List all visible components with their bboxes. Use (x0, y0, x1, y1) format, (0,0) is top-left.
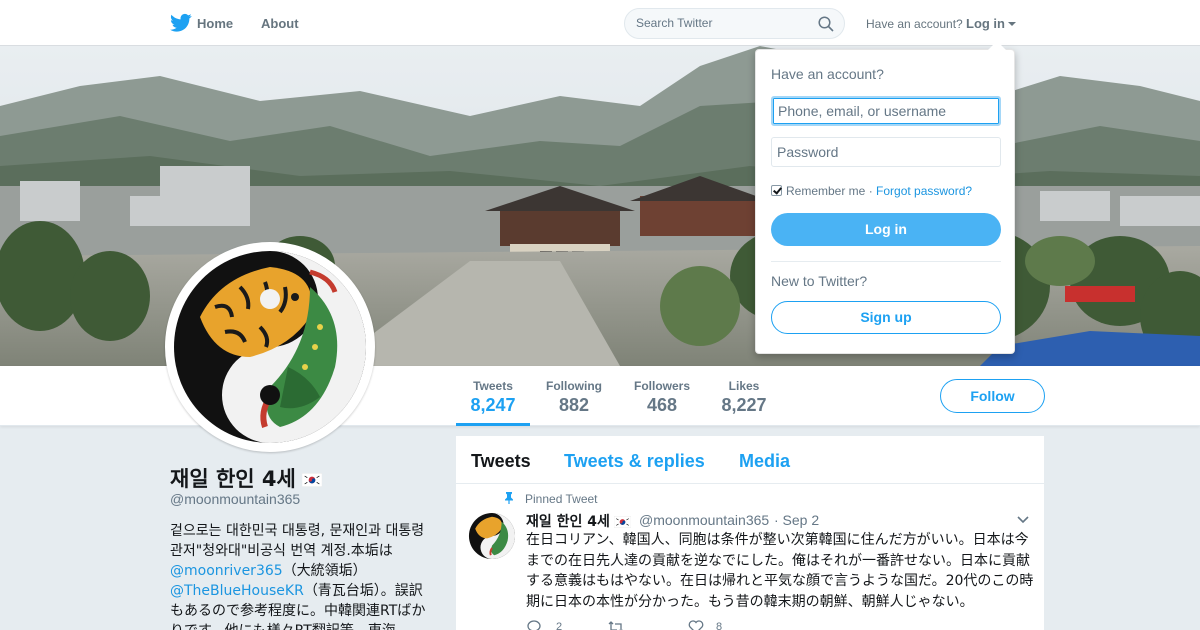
reply-count: 2 (556, 621, 563, 630)
login-button[interactable]: Log in (771, 213, 1001, 246)
stat-value: 8,227 (721, 395, 767, 415)
stat-label: Likes (728, 379, 760, 393)
bio-mention-link[interactable]: @TheBlueHouseKR (170, 583, 304, 599)
yin-yang-tiger-dragon-image (468, 512, 516, 560)
follow-button[interactable]: Follow (940, 379, 1045, 413)
divider (771, 261, 1001, 262)
tweet-text: 在日コリアン、韓国人、同胞は条件が整い次第韓国に住んだ方がいい。日本は今までの在… (526, 532, 1034, 610)
remember-me-label[interactable]: Remember me (786, 184, 865, 198)
new-to-twitter-label: New to Twitter? (771, 273, 868, 289)
tab-tweets[interactable]: Tweets (471, 451, 531, 472)
profile-bio: 겉으로는 대한민국 대통령, 문재인과 대통령 관저"청와대"비공식 번역 계정… (170, 521, 432, 630)
timeline: Tweets Tweets & replies Media Pinned Twe… (456, 436, 1044, 630)
remember-me-checkbox[interactable] (771, 185, 782, 196)
pin-icon (505, 492, 513, 504)
korean-flag-icon (613, 516, 631, 528)
chevron-down-icon[interactable] (1017, 516, 1029, 524)
timeline-tabs: Tweets Tweets & replies Media (456, 436, 1044, 484)
stat-label: Following (546, 379, 602, 393)
tab-tweets-replies[interactable]: Tweets & replies (564, 451, 705, 472)
search-icon[interactable] (818, 16, 834, 32)
avatar[interactable] (165, 242, 375, 452)
tweet-author-name-text: 재일 한인 4세 (526, 514, 610, 530)
pinned-tweet-label: Pinned Tweet (525, 492, 598, 506)
stat-label: Tweets (473, 379, 513, 393)
stat-value: 8,247 (470, 395, 516, 415)
login-dropdown: Have an account? Remember me · Forgot pa… (755, 41, 1015, 354)
search-input[interactable] (636, 16, 806, 30)
stat-likes[interactable]: Likes 8,227 (714, 366, 774, 426)
caret-down-icon[interactable] (1008, 22, 1016, 26)
reply-action[interactable] (526, 620, 542, 630)
forgot-password-link[interactable]: Forgot password? (876, 184, 972, 198)
login-dropdown-heading: Have an account? (771, 66, 884, 82)
profile-name[interactable]: 재일 한인 4세 (170, 463, 322, 493)
retweet-action[interactable] (608, 620, 624, 630)
nav-about-link[interactable]: About (261, 16, 299, 31)
like-count: 8 (716, 621, 723, 630)
nav-home-link[interactable]: Home (197, 16, 233, 31)
like-icon (688, 620, 704, 630)
remember-me-row: Remember me · Forgot password? (771, 184, 972, 198)
username-field[interactable] (771, 96, 1001, 126)
profile-name-text: 재일 한인 4세 (170, 467, 296, 491)
reply-icon (527, 620, 541, 630)
bio-text: 겉으로는 대한민국 대통령, 문재인과 대통령 관저"청와대"비공식 번역 계정… (170, 523, 425, 559)
stat-tweets[interactable]: Tweets 8,247 (456, 366, 530, 426)
password-field[interactable] (771, 137, 1001, 167)
tab-media[interactable]: Media (739, 451, 790, 472)
korean-flag-icon (301, 473, 322, 487)
bio-text: （大統領垢） (282, 563, 367, 579)
have-account-label: Have an account? (866, 17, 963, 31)
search-box (624, 8, 845, 39)
stat-following[interactable]: Following 882 (540, 366, 608, 426)
tweet-actions: 2 8 (526, 620, 826, 630)
twitter-bird-icon[interactable] (170, 13, 192, 33)
signup-button[interactable]: Sign up (771, 301, 1001, 334)
like-action[interactable] (688, 620, 704, 630)
separator: · (865, 184, 877, 198)
bio-mention-link[interactable]: @moonriver365 (170, 563, 283, 579)
login-dropdown-toggle[interactable]: Log in (966, 16, 1005, 31)
profile-handle[interactable]: @moonmountain365 (170, 491, 300, 507)
tweet-timestamp[interactable]: · Sep 2 (774, 512, 819, 528)
tweet-author-handle[interactable]: @moonmountain365 (639, 512, 769, 528)
stat-followers[interactable]: Followers 468 (628, 366, 696, 426)
stat-value: 468 (646, 395, 678, 415)
top-nav: Home About Have an account? Log in (0, 0, 1200, 46)
stat-value: 882 (558, 395, 590, 415)
tweet-author-name[interactable]: 재일 한인 4세 (526, 511, 631, 531)
stat-label: Followers (633, 379, 690, 393)
retweet-icon (608, 621, 623, 630)
yin-yang-tiger-dragon-image (174, 251, 366, 443)
tweet-avatar[interactable] (468, 512, 516, 560)
